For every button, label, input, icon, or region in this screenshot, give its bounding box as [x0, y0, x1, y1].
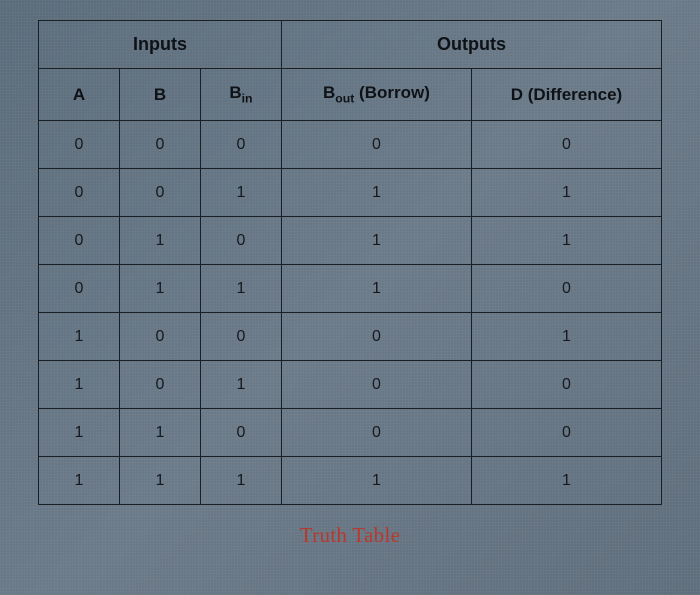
- col-B: B: [119, 69, 200, 121]
- cell-Bin: 1: [200, 265, 281, 313]
- outputs-group-header: Outputs: [281, 21, 661, 69]
- cell-B: 1: [119, 457, 200, 505]
- table-row: 0 0 1 1 1: [39, 169, 662, 217]
- table-caption: Truth Table: [38, 523, 662, 548]
- cell-D: 0: [471, 409, 661, 457]
- cell-Bout: 1: [281, 265, 471, 313]
- table-row: 1 1 0 0 0: [39, 409, 662, 457]
- cell-B: 0: [119, 313, 200, 361]
- cell-B: 0: [119, 169, 200, 217]
- cell-Bin: 0: [200, 217, 281, 265]
- cell-B: 1: [119, 217, 200, 265]
- column-header-row: A B Bin Bout (Borrow) D (Difference): [39, 69, 662, 121]
- table-row: 1 1 1 1 1: [39, 457, 662, 505]
- bout-prefix: B: [323, 83, 335, 102]
- cell-Bin: 0: [200, 409, 281, 457]
- cell-Bin: 1: [200, 457, 281, 505]
- cell-B: 0: [119, 121, 200, 169]
- cell-Bin: 0: [200, 121, 281, 169]
- bin-prefix: B: [229, 83, 241, 102]
- inputs-group-header: Inputs: [39, 21, 282, 69]
- cell-Bout: 0: [281, 121, 471, 169]
- col-Bin: Bin: [200, 69, 281, 121]
- col-D: D (Difference): [471, 69, 661, 121]
- bout-suffix: (Borrow): [354, 83, 430, 102]
- cell-Bout: 1: [281, 217, 471, 265]
- bin-subscript: in: [242, 92, 253, 106]
- truth-table: Inputs Outputs A B Bin Bout (Borrow) D (…: [38, 20, 662, 505]
- cell-A: 0: [39, 169, 120, 217]
- cell-B: 1: [119, 409, 200, 457]
- table-row: 1 0 1 0 0: [39, 361, 662, 409]
- cell-D: 0: [471, 361, 661, 409]
- cell-Bin: 1: [200, 361, 281, 409]
- table-body: 0 0 0 0 0 0 0 1 1 1 0 1 0 1 1 0 1 1 1 0: [39, 121, 662, 505]
- cell-B: 1: [119, 265, 200, 313]
- cell-B: 0: [119, 361, 200, 409]
- cell-D: 0: [471, 121, 661, 169]
- cell-A: 1: [39, 409, 120, 457]
- col-Bout: Bout (Borrow): [281, 69, 471, 121]
- cell-D: 1: [471, 169, 661, 217]
- cell-A: 1: [39, 313, 120, 361]
- cell-D: 1: [471, 457, 661, 505]
- cell-D: 1: [471, 313, 661, 361]
- cell-Bout: 1: [281, 457, 471, 505]
- cell-A: 0: [39, 121, 120, 169]
- cell-A: 0: [39, 217, 120, 265]
- table-row: 0 1 0 1 1: [39, 217, 662, 265]
- col-A: A: [39, 69, 120, 121]
- cell-D: 0: [471, 265, 661, 313]
- cell-Bout: 0: [281, 409, 471, 457]
- cell-Bin: 0: [200, 313, 281, 361]
- table-row: 0 0 0 0 0: [39, 121, 662, 169]
- cell-A: 1: [39, 361, 120, 409]
- bout-subscript: out: [335, 92, 354, 106]
- cell-Bout: 0: [281, 313, 471, 361]
- table-row: 1 0 0 0 1: [39, 313, 662, 361]
- header-group-row: Inputs Outputs: [39, 21, 662, 69]
- cell-A: 1: [39, 457, 120, 505]
- cell-Bout: 0: [281, 361, 471, 409]
- cell-A: 0: [39, 265, 120, 313]
- table-row: 0 1 1 1 0: [39, 265, 662, 313]
- cell-Bout: 1: [281, 169, 471, 217]
- cell-D: 1: [471, 217, 661, 265]
- cell-Bin: 1: [200, 169, 281, 217]
